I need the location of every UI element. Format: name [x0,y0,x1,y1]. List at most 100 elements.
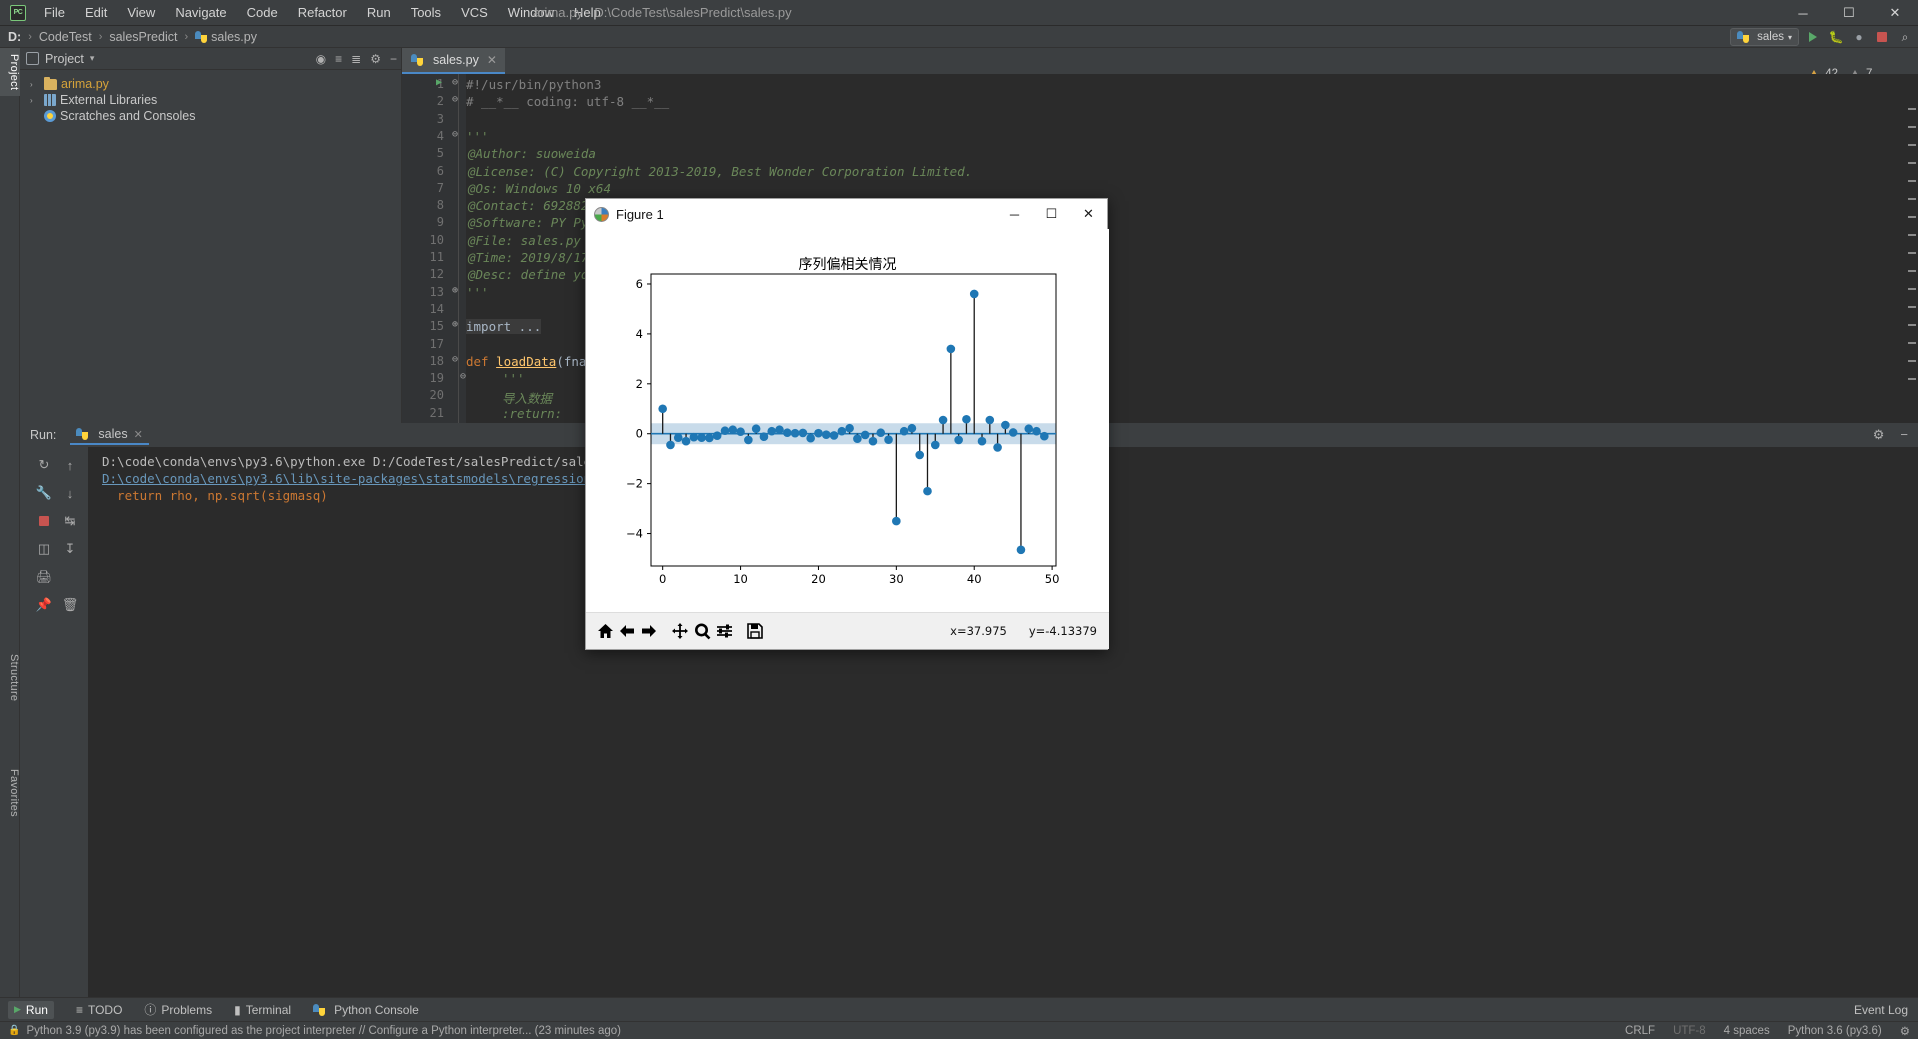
sidebar-item-structure[interactable]: Structure [0,648,20,707]
menu-run[interactable]: Run [357,2,401,23]
fold-marker-icon[interactable]: ⊖ [452,129,458,140]
code-line[interactable]: #!/usr/bin/python3 [466,77,601,92]
menu-file[interactable]: File [34,2,75,23]
notifications-icon[interactable]: ⚙ [1900,1024,1910,1038]
close-icon[interactable]: ✕ [487,53,497,67]
expand-all-icon[interactable]: ≡ [335,52,342,66]
figure-close-button[interactable]: ✕ [1070,199,1107,229]
search-icon[interactable]: ⌕ [1896,28,1914,46]
scroll-end-icon[interactable]: ↧ [60,539,80,559]
breadcrumb-drive[interactable]: D: [8,30,21,44]
code-line[interactable]: # __*__ coding: utf-8 __*__ [466,94,669,109]
interpreter-indicator[interactable]: Python 3.6 (py3.6) [1788,1025,1882,1037]
sidebar-item-favorites[interactable]: Favorites [0,763,20,823]
run-line-icon[interactable]: ▶ [436,77,442,88]
run-button[interactable] [1804,28,1822,46]
hide-icon[interactable]: − [390,52,397,66]
trash-icon[interactable]: 🗑 [60,595,80,615]
stop-icon[interactable] [34,511,54,531]
gear-icon[interactable]: ⚙ [370,52,381,66]
menu-bar[interactable]: File Edit View Navigate Code Refactor Ru… [34,2,611,23]
rerun-icon[interactable]: ↻ [34,455,54,475]
figure-window-controls[interactable]: ─ ☐ ✕ [996,199,1107,229]
encoding-indicator[interactable]: UTF-8 [1673,1025,1706,1037]
soft-wrap-icon[interactable]: ↹ [60,511,80,531]
figure-minimize-button[interactable]: ─ [996,199,1033,229]
menu-view[interactable]: View [117,2,165,23]
menu-refactor[interactable]: Refactor [288,2,357,23]
scroll-down-icon[interactable]: ↓ [60,483,80,503]
code-line[interactable]: ''' [466,129,489,144]
tree-item-arima[interactable]: › arima.py [26,76,401,92]
window-controls[interactable]: ─ ☐ ✕ [1780,0,1918,26]
tree-item-scratches[interactable]: Scratches and Consoles [26,108,401,124]
figure-navigation-toolbar[interactable]: x=37.975 y=-4.13379 [586,612,1109,649]
code-line[interactable]: ''' [466,285,489,300]
settings-wrench-icon[interactable]: 🔧 [34,483,54,503]
menu-vcs[interactable]: VCS [451,2,498,23]
pan-icon[interactable] [669,620,691,642]
fold-marker-icon[interactable]: ⊕ [452,319,458,330]
breadcrumb-item-salespredict[interactable]: salesPredict [109,30,177,44]
code-line[interactable]: @Author: suoweida [468,146,596,161]
print-icon[interactable]: 🖨 [34,567,54,587]
run-tab-sales[interactable]: sales ✕ [70,425,149,445]
tree-item-external-libraries[interactable]: › External Libraries [26,92,401,108]
chevron-down-icon[interactable]: ▾ [90,53,95,64]
code-line[interactable]: @License: (C) Copyright 2013-2019, Best … [468,164,972,179]
run-toolbar[interactable]: ↻ ↑ 🔧 ↓ ↹ ◫ ↧ 🖨 📌 🗑 [20,447,78,997]
gear-icon[interactable]: ⚙ [1873,427,1885,443]
scroll-up-icon[interactable]: ↑ [60,455,80,475]
figure-canvas[interactable]: 序列偏相关情况 −4 −2 0 2 4 6 0 10 20 30 40 50 [586,229,1109,614]
breadcrumb-item-salespy[interactable]: sales.py [211,30,257,44]
tool-window-terminal[interactable]: ▮ Terminal [234,1003,291,1017]
close-button[interactable]: ✕ [1872,0,1918,26]
fold-marker-icon[interactable]: ⊕ [452,285,458,296]
maximize-button[interactable]: ☐ [1826,0,1872,26]
coverage-icon[interactable]: ● [1850,28,1868,46]
menu-tools[interactable]: Tools [401,2,451,23]
breadcrumb-item-codetest[interactable]: CodeTest [39,30,92,44]
menu-code[interactable]: Code [237,2,288,23]
chevron-right-icon[interactable]: › [30,80,40,89]
forward-arrow-icon[interactable] [638,620,660,642]
stop-button[interactable] [1873,28,1891,46]
project-panel-header[interactable]: Project ▾ ◉ ≡ ≣ ⚙ − [20,48,401,70]
fold-marker-icon[interactable]: ⊖ [460,371,466,382]
chevron-right-icon[interactable]: › [30,96,40,105]
tool-window-python-console[interactable]: Python Console [313,1003,419,1017]
editor-marker-bar[interactable] [1906,100,1918,423]
fold-marker-icon[interactable]: ⊖ [452,77,458,88]
back-arrow-icon[interactable] [616,620,638,642]
code-line[interactable]: 导入数据 [502,388,552,407]
pin-icon[interactable]: 📌 [34,595,54,615]
configure-subplots-icon[interactable] [713,620,735,642]
zoom-icon[interactable] [691,620,713,642]
minimize-button[interactable]: ─ [1780,0,1826,26]
tool-window-todo[interactable]: ≡ TODO [76,1003,122,1017]
save-icon[interactable] [744,620,766,642]
collapse-all-icon[interactable]: ≣ [351,52,361,66]
code-line[interactable]: :return: [502,406,562,421]
home-icon[interactable] [594,620,616,642]
hide-icon[interactable]: − [1900,427,1908,443]
menu-edit[interactable]: Edit [75,2,117,23]
line-separator-indicator[interactable]: CRLF [1625,1025,1655,1037]
tool-window-run[interactable]: ▶ Run [8,1000,54,1019]
breadcrumb[interactable]: D: › CodeTest › salesPredict › sales.py [8,30,257,44]
sidebar-item-project[interactable]: Project [0,48,20,97]
code-line[interactable]: ''' [502,371,525,386]
indent-indicator[interactable]: 4 spaces [1724,1025,1770,1037]
tool-window-problems[interactable]: ⓘ Problems [144,1001,212,1018]
event-log-button[interactable]: Event Log [1854,1003,1908,1017]
matplotlib-figure-window[interactable]: Figure 1 ─ ☐ ✕ 序列偏相关情况 −4 −2 0 2 4 6 0 10 20 30 40… [585,198,1109,650]
tab-sales-py[interactable]: sales.py ✕ [402,48,505,74]
code-line[interactable]: @File: sales.py [468,233,581,248]
fold-marker-icon[interactable]: ⊖ [452,94,458,105]
code-line[interactable]: @Os: Windows 10 x64 [468,181,611,196]
run-configuration-selector[interactable]: sales ▾ [1730,28,1799,46]
close-icon[interactable]: ✕ [134,428,143,441]
menu-navigate[interactable]: Navigate [165,2,236,23]
project-header-actions[interactable]: ◉ ≡ ≣ ⚙ − [316,52,397,66]
fold-marker-icon[interactable]: ⊖ [452,354,458,365]
